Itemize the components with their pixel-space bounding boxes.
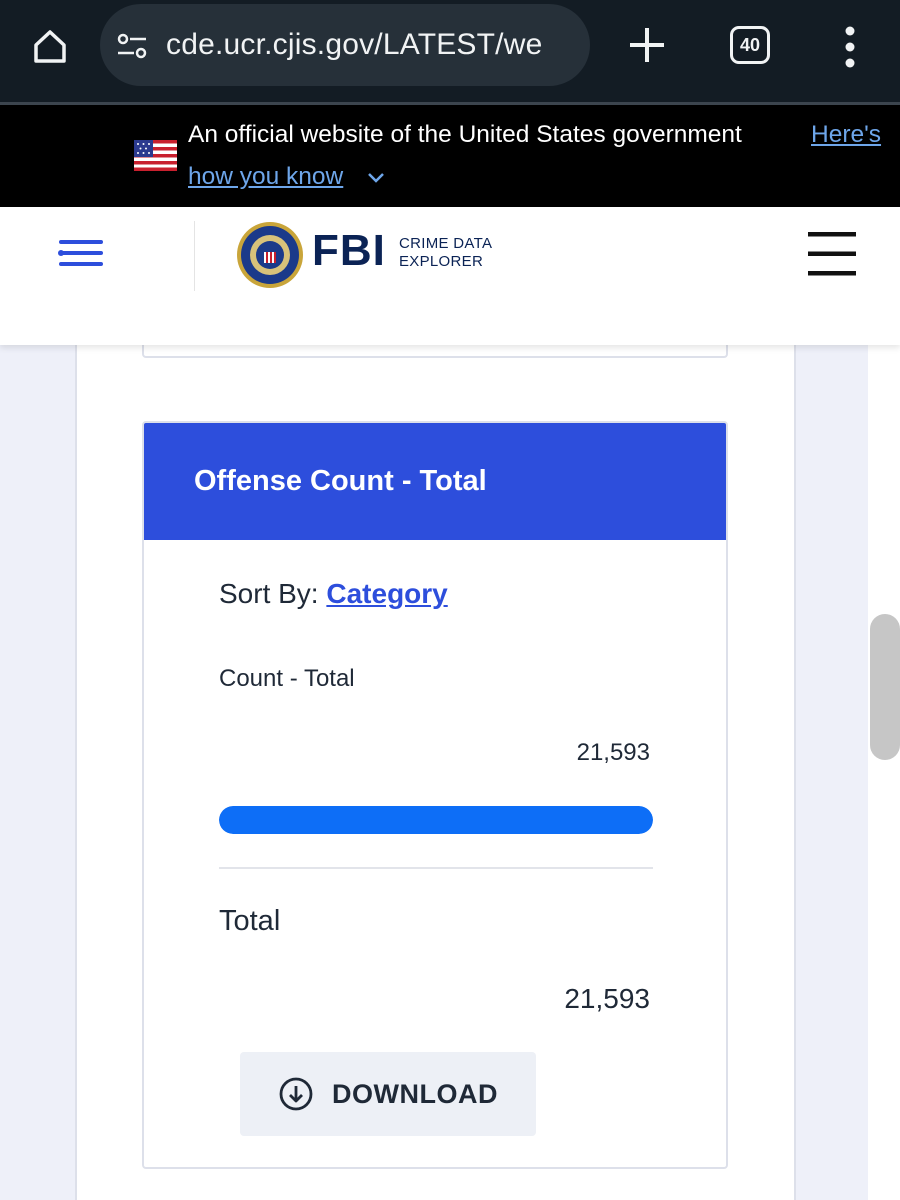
product-name-line1: CRIME DATA [399, 235, 493, 252]
card-divider [219, 867, 653, 869]
count-total-label: Count - Total [219, 665, 355, 692]
card-title: Offense Count - Total [194, 465, 487, 497]
card-header: Offense Count - Total [144, 423, 726, 540]
total-label: Total [219, 905, 281, 937]
sort-by-row: Sort By: Category [219, 578, 448, 610]
count-total-value: 21,593 [576, 739, 650, 766]
sort-by-category-link[interactable]: Category [326, 578, 447, 609]
browser-toolbar: cde.ucr.cjis.gov/LATEST/we 40 [0, 0, 900, 105]
url-text[interactable]: cde.ucr.cjis.gov/LATEST/we [166, 28, 580, 62]
plus-icon[interactable] [620, 18, 674, 72]
how-you-know-link-continued[interactable]: how you know [188, 163, 343, 191]
more-vert-icon[interactable] [832, 22, 868, 72]
count-progress-bar [219, 806, 653, 834]
home-icon[interactable] [22, 18, 78, 74]
site-header: FBI CRIME DATA EXPLORER [0, 207, 900, 345]
address-bar[interactable]: cde.ucr.cjis.gov/LATEST/we [100, 4, 590, 86]
product-name-line2: EXPLORER [399, 253, 484, 270]
sort-by-label: Sort By: [219, 578, 319, 609]
us-flag-icon [134, 140, 177, 171]
tune-icon[interactable] [114, 28, 150, 64]
brand-name[interactable]: FBI [312, 229, 386, 273]
hamburger-icon[interactable] [806, 229, 858, 279]
count-progress-fill [219, 806, 653, 834]
tab-switcher-icon[interactable]: 40 [730, 26, 770, 64]
download-button[interactable]: DOWNLOAD [240, 1052, 536, 1136]
total-value: 21,593 [564, 983, 650, 1014]
scrollbar-thumb[interactable] [870, 614, 900, 760]
download-label: DOWNLOAD [332, 1078, 498, 1109]
gov-banner-text: An official website of the United States… [188, 121, 742, 148]
list-menu-icon[interactable] [55, 233, 107, 273]
gov-banner: An official website of the United States… [0, 105, 900, 207]
header-separator [194, 221, 195, 291]
how-you-know-link[interactable]: Here's [811, 121, 881, 149]
offense-count-card: Offense Count - Total Sort By: Category … [142, 421, 728, 1169]
download-circle-icon [279, 1077, 313, 1111]
fbi-seal-logo[interactable] [236, 221, 304, 289]
chevron-down-icon[interactable] [364, 169, 388, 187]
scroll-gutter [868, 345, 900, 1200]
